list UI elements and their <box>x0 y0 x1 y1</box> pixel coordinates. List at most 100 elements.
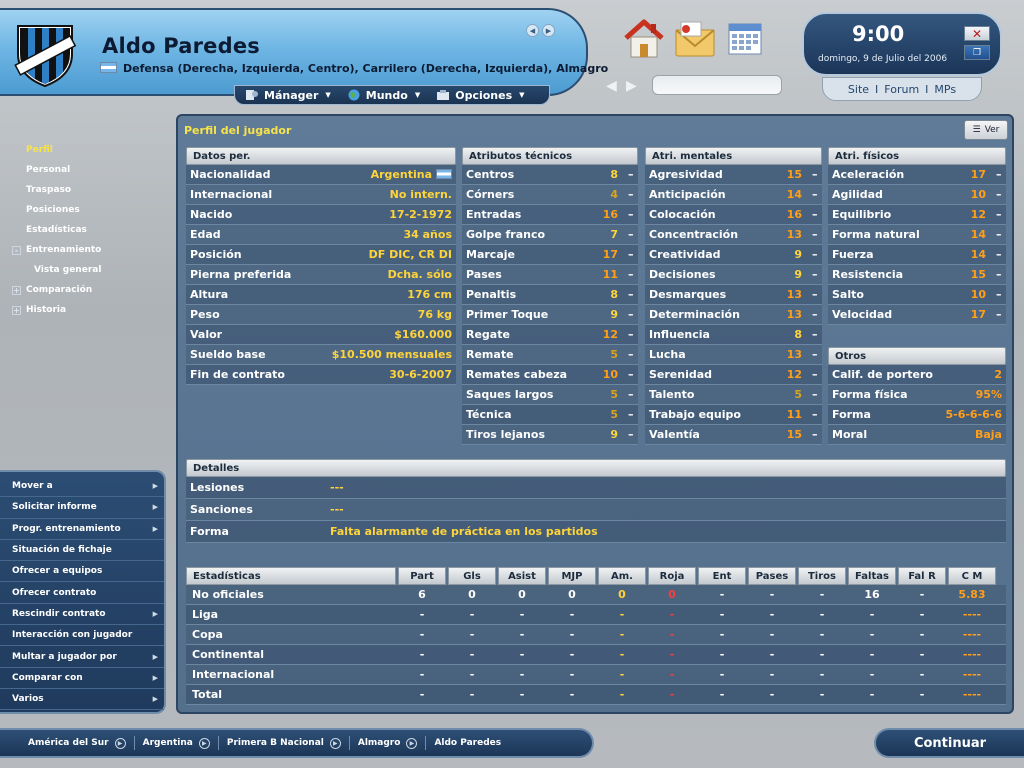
action-label: Comparar con <box>12 672 83 683</box>
sidebar-item-personal[interactable]: Personal <box>0 160 176 180</box>
trend-dash-icon: – <box>812 288 818 301</box>
back-arrow-icon[interactable]: ◀ <box>606 78 617 94</box>
search-input[interactable] <box>652 75 782 95</box>
close-window-button[interactable]: ✕ <box>964 26 990 41</box>
attribute-value: 9 <box>610 308 618 321</box>
attribute-value: 14 <box>786 188 802 201</box>
stats-cell: 5.83 <box>958 588 986 601</box>
expand-icon[interactable]: + <box>12 305 21 315</box>
stats-header-ent[interactable]: Ent <box>698 567 746 585</box>
stats-cell: - <box>419 608 425 621</box>
restore-window-button[interactable]: ❐ <box>964 45 990 60</box>
attribute-value: 17 <box>970 168 986 181</box>
trend-dash-icon: – <box>996 268 1002 281</box>
attribute-value: 13 <box>786 228 802 241</box>
sidebar-item-entrenamiento[interactable]: - Entrenamiento <box>0 240 176 260</box>
previous-player-button[interactable]: ◀ <box>526 24 539 37</box>
menu-opciones[interactable]: Opciones ▼ <box>436 89 525 102</box>
mental-row-agresividad: Agresividad 15– <box>645 165 822 185</box>
stats-header-c-m[interactable]: C M <box>948 567 996 585</box>
stats-header-asist[interactable]: Asist <box>498 567 546 585</box>
action-ofrecer-contrato[interactable]: Ofrecer contrato <box>0 582 164 604</box>
stats-header-fal-r[interactable]: Fal R <box>898 567 946 585</box>
sidebar-item-posiciones[interactable]: Posiciones <box>0 200 176 220</box>
attribute-value-wrap: Baja <box>975 428 1002 441</box>
link-site[interactable]: Site <box>848 83 869 96</box>
action-situacion-de-fichaje[interactable]: Situación de fichaje <box>0 540 164 562</box>
row-value-text: DF DIC, CR DI <box>368 248 452 261</box>
attribute-label: Fuerza <box>832 248 874 261</box>
stats-header-tiros[interactable]: Tiros <box>798 567 846 585</box>
stats-row-label: Copa <box>192 628 223 641</box>
action-interaccion-con-jugador[interactable]: Interacción con jugador <box>0 625 164 647</box>
action-ofrecer-a-equipos[interactable]: Ofrecer a equipos <box>0 561 164 583</box>
personal-data-box: Datos per. Nacionalidad Argentina Internac… <box>186 147 456 385</box>
technical-row-corners: Córners 4– <box>462 185 638 205</box>
home-icon[interactable] <box>622 18 666 60</box>
forward-arrow-icon[interactable]: ▶ <box>626 78 637 94</box>
chevron-down-icon: ▼ <box>414 91 421 99</box>
attribute-value: 10 <box>970 288 986 301</box>
chevron-right-icon[interactable]: ▶ <box>329 737 341 749</box>
stats-cell: 0 <box>618 588 626 601</box>
next-player-button[interactable]: ▶ <box>542 24 555 37</box>
chevron-right-icon[interactable]: ▶ <box>114 737 126 749</box>
stats-header-faltas[interactable]: Faltas <box>848 567 896 585</box>
continue-button[interactable]: Continuar <box>874 728 1024 758</box>
breadcrumb-item-america-del-sur[interactable]: América del Sur ▶ <box>28 737 126 749</box>
attribute-value-wrap: 13– <box>787 228 818 241</box>
view-button[interactable]: ☰ Ver <box>964 120 1008 140</box>
row-value: Dcha. sólo <box>388 268 452 281</box>
stats-header-roja[interactable]: Roja <box>648 567 696 585</box>
stats-header-pases[interactable]: Pases <box>748 567 796 585</box>
action-multar-a-jugador-por[interactable]: Multar a jugador por ▶ <box>0 646 164 668</box>
row-value: 30-6-2007 <box>389 368 452 381</box>
expand-icon[interactable]: + <box>12 285 21 295</box>
clock-time: 9:00 <box>852 22 905 46</box>
stats-header-gls[interactable]: Gls <box>448 567 496 585</box>
attribute-value-wrap: 12– <box>787 368 818 381</box>
action-progr-entrenamiento[interactable]: Progr. entrenamiento ▶ <box>0 519 164 540</box>
attribute-value-wrap: 5– <box>794 388 818 401</box>
stats-header-am[interactable]: Am. <box>598 567 646 585</box>
sidebar-item-historia[interactable]: + Historia <box>0 300 176 320</box>
action-mover-a[interactable]: Mover a ▶ <box>0 476 164 498</box>
action-solicitar-informe[interactable]: Solicitar informe ▶ <box>0 497 164 519</box>
stats-cell: - <box>819 668 825 681</box>
collapse-icon[interactable]: - <box>12 245 21 255</box>
attribute-value: 5 <box>610 388 618 401</box>
breadcrumb-item-argentina[interactable]: Argentina ▶ <box>143 737 210 749</box>
menu-manager[interactable]: Mánager ▼ <box>245 89 331 102</box>
trend-dash-icon: – <box>812 328 818 341</box>
chevron-down-icon: ▼ <box>325 91 331 99</box>
sidebar-item-vista-general[interactable]: Vista general <box>0 260 176 280</box>
action-varios[interactable]: Varios ▶ <box>0 689 164 711</box>
trend-dash-icon: – <box>628 168 634 181</box>
breadcrumb-item-almagro[interactable]: Almagro ▶ <box>358 737 418 749</box>
sidebar-item-comparacion[interactable]: + Comparación <box>0 280 176 300</box>
breadcrumb-item-primera-b-nacional[interactable]: Primera B Nacional ▶ <box>227 737 341 749</box>
stats-header-mjp[interactable]: MJP <box>548 567 596 585</box>
attribute-value: 8 <box>610 168 618 181</box>
stats-header-part[interactable]: Part <box>398 567 446 585</box>
chevron-right-icon: ▶ <box>152 695 158 704</box>
breadcrumb-label: Aldo Paredes <box>434 738 502 748</box>
sidebar-item-traspaso[interactable]: Traspaso <box>0 180 176 200</box>
mental-row-trabajo-equipo: Trabajo equipo 11– <box>645 405 822 425</box>
action-rescindir-contrato[interactable]: Rescindir contrato ▶ <box>0 604 164 626</box>
technical-row-marcaje: Marcaje 17– <box>462 245 638 265</box>
stats-cell: - <box>419 628 425 641</box>
sidebar-item-perfil[interactable]: Perfil <box>0 140 176 160</box>
row-label: Pierna preferida <box>190 268 292 281</box>
breadcrumb-item-aldo-paredes[interactable]: Aldo Paredes <box>434 738 501 748</box>
action-comparar-con[interactable]: Comparar con ▶ <box>0 668 164 689</box>
sidebar-item-estadisticas[interactable]: Estadísticas <box>0 220 176 240</box>
chevron-right-icon[interactable]: ▶ <box>406 737 418 749</box>
calendar-icon[interactable] <box>726 20 764 58</box>
mail-icon[interactable] <box>673 20 717 60</box>
chevron-right-icon[interactable]: ▶ <box>198 737 210 749</box>
attribute-value-wrap: 2 <box>994 368 1002 381</box>
menu-mundo[interactable]: Mundo ▼ <box>347 89 420 102</box>
link-forum[interactable]: Forum <box>884 83 919 96</box>
link-mps[interactable]: MPs <box>934 83 956 96</box>
